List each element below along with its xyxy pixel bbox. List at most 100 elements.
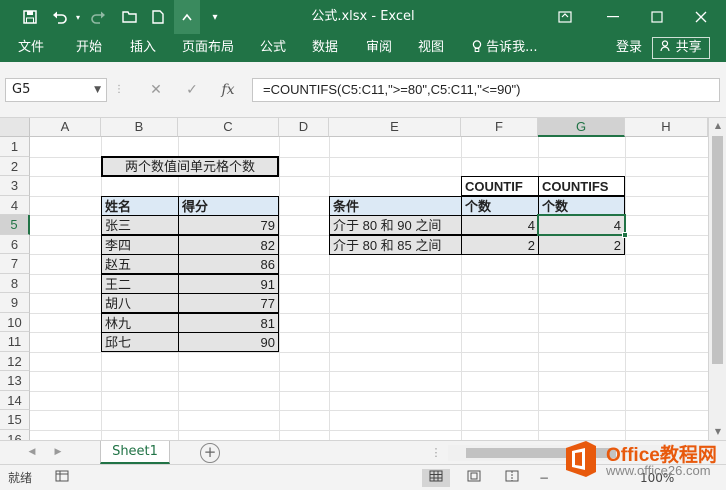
normal-view-icon[interactable] [422,469,450,487]
row-header-16[interactable]: 16 [0,429,30,440]
cancel-icon[interactable]: ✕ [138,78,174,102]
vertical-scrollbar[interactable]: ▲ ▼ [708,118,726,440]
tell-me-button[interactable]: 告诉我... [472,34,538,62]
tab-prev-icon[interactable]: ◀ [22,441,42,464]
column-header-f[interactable]: F [461,118,538,137]
menu-review[interactable]: 审阅 [366,34,392,62]
zoom-out-icon[interactable]: − [530,469,558,487]
redo-icon[interactable] [86,0,110,34]
maximize-icon[interactable] [636,0,678,34]
enter-icon[interactable]: ✓ [174,78,210,102]
select-all-corner[interactable] [0,118,30,137]
cell-e6[interactable]: 介于 80 和 85 之间 [329,234,462,255]
row-header-11[interactable]: 11 [0,332,30,352]
undo-dropdown-icon[interactable]: ▾ [72,0,84,34]
add-sheet-button[interactable]: + [200,443,220,463]
open-icon[interactable] [118,0,142,34]
insert-function-icon[interactable]: fx [210,78,246,102]
column-header-g[interactable]: G [538,118,625,137]
gridline [329,137,330,440]
menu-page-layout[interactable]: 页面布局 [182,34,234,62]
row-header-12[interactable]: 12 [0,351,30,371]
cell-e4-header[interactable]: 条件 [329,196,462,216]
cell-f5[interactable]: 4 [461,215,539,235]
scroll-up-icon[interactable]: ▲ [709,118,726,134]
cell-c6[interactable]: 82 [178,234,279,255]
chevron-down-icon[interactable]: ▼ [94,79,101,101]
cell-b6[interactable]: 李四 [101,234,179,255]
row-header-7[interactable]: 7 [0,254,30,274]
row-header-5[interactable]: 5 [0,215,30,235]
ribbon-display-icon[interactable] [544,0,586,34]
save-icon[interactable] [18,0,42,34]
fill-handle[interactable] [622,232,628,238]
gridline [30,371,708,372]
share-label: 共享 [675,40,702,55]
row-header-4[interactable]: 4 [0,195,30,215]
cell-b5[interactable]: 张三 [101,215,179,235]
macro-record-icon[interactable] [48,469,76,487]
row-header-13[interactable]: 13 [0,371,30,391]
menu-file[interactable]: 文件 [18,34,44,62]
column-header-e[interactable]: E [329,118,461,137]
cell-c9[interactable]: 77 [178,293,279,313]
cell-f3-header[interactable]: COUNTIF [461,176,539,196]
column-header-a[interactable]: A [30,118,101,137]
menu-view[interactable]: 视图 [418,34,444,62]
cell-c10[interactable]: 81 [178,312,279,333]
tab-split-icon[interactable]: ⋮ [426,441,446,464]
cell-c4-header[interactable]: 得分 [178,196,279,216]
cell-b2-title[interactable]: 两个数值间单元格个数 [101,156,279,177]
undo-icon[interactable] [48,0,72,34]
page-break-view-icon[interactable] [498,469,526,487]
ribbon-tabs: 文件 开始 插入 页面布局 公式 数据 审阅 视图 告诉我... 登录 共享 [0,34,726,62]
cell-c11[interactable]: 90 [178,332,279,352]
cell-c8[interactable]: 91 [178,273,279,294]
column-header-b[interactable]: B [101,118,178,137]
login-link[interactable]: 登录 [616,34,642,62]
cell-b4-header[interactable]: 姓名 [101,196,179,216]
menu-data[interactable]: 数据 [312,34,338,62]
row-header-14[interactable]: 14 [0,390,30,410]
cell-c5[interactable]: 79 [178,215,279,235]
row-header-2[interactable]: 2 [0,156,30,176]
cell-b10[interactable]: 林九 [101,312,179,333]
new-icon[interactable] [146,0,170,34]
name-box[interactable]: G5 ▼ [5,78,107,102]
cell-b7[interactable]: 赵五 [101,254,179,274]
cell-b9[interactable]: 胡八 [101,293,179,313]
cell-e5[interactable]: 介于 80 和 90 之间 [329,215,462,235]
cell-b11[interactable]: 邱七 [101,332,179,352]
cell-c7[interactable]: 86 [178,254,279,274]
cell-g3-header[interactable]: COUNTIFS [538,176,625,196]
minimize-icon[interactable] [592,0,634,34]
vertical-scroll-thumb[interactable] [712,136,723,364]
row-header-9[interactable]: 9 [0,293,30,313]
column-header-h[interactable]: H [625,118,708,137]
column-header-c[interactable]: C [178,118,279,137]
row-header-15[interactable]: 15 [0,410,30,430]
row-header-8[interactable]: 8 [0,273,30,293]
formula-input[interactable]: =COUNTIFS(C5:C11,">=80",C5:C11,"<=90") [252,78,720,102]
sheet-tab-sheet1[interactable]: Sheet1 [100,441,170,464]
tab-next-icon[interactable]: ▶ [48,441,68,464]
menu-home[interactable]: 开始 [76,34,102,62]
row-header-6[interactable]: 6 [0,234,30,254]
close-icon[interactable] [680,0,722,34]
cell-g4-header[interactable]: 个数 [538,196,625,216]
cell-f6[interactable]: 2 [461,234,539,255]
menu-formulas[interactable]: 公式 [260,34,286,62]
cell-g6[interactable]: 2 [538,234,625,255]
cell-b8[interactable]: 王二 [101,273,179,294]
touch-mode-icon[interactable] [174,0,200,34]
cell-f4-header[interactable]: 个数 [461,196,539,216]
row-header-1[interactable]: 1 [0,137,30,157]
row-header-3[interactable]: 3 [0,176,30,196]
column-header-d[interactable]: D [279,118,329,137]
worksheet-grid[interactable]: A B C D E F G H 1 2 3 4 5 6 7 8 9 10 11 … [0,118,708,440]
page-layout-view-icon[interactable] [460,469,488,487]
row-header-10[interactable]: 10 [0,312,30,332]
customize-icon[interactable]: ▾ [206,0,224,34]
share-button[interactable]: 共享 [652,37,710,59]
menu-insert[interactable]: 插入 [130,34,156,62]
